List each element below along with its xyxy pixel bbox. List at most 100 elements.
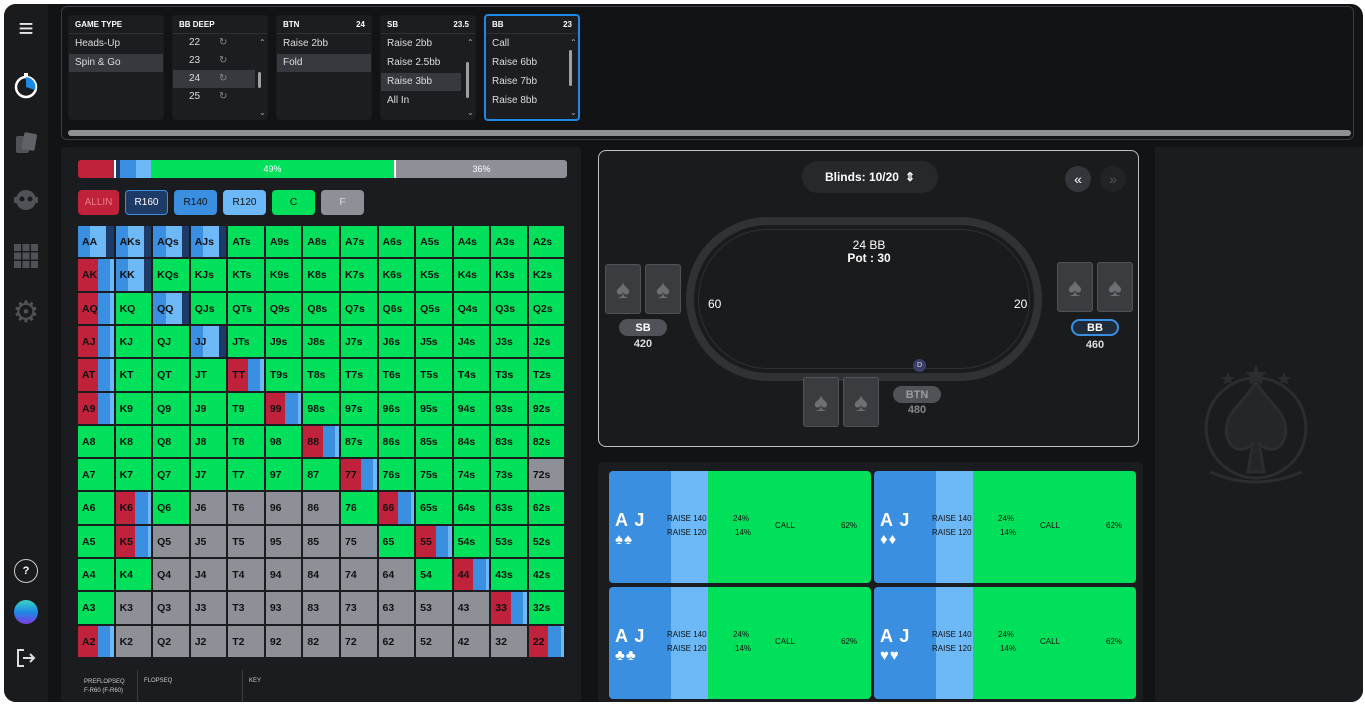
- hand-cell[interactable]: K7: [115, 459, 152, 491]
- hand-cell[interactable]: T2: [228, 625, 264, 657]
- hand-cell[interactable]: T4s: [453, 359, 490, 391]
- hand-cell[interactable]: 72s: [528, 459, 565, 491]
- hand-cell[interactable]: 33: [491, 592, 527, 624]
- option-raise-6bb[interactable]: Raise 6bb: [486, 54, 578, 72]
- hand-cell[interactable]: T3s: [491, 359, 527, 391]
- hand-cell[interactable]: 86: [303, 492, 339, 524]
- hand-cell[interactable]: 86s: [378, 425, 415, 458]
- grid-icon[interactable]: [12, 242, 40, 270]
- hand-cell[interactable]: AQs: [153, 226, 189, 258]
- previous-button[interactable]: «: [1065, 166, 1091, 192]
- hand-cell[interactable]: KK: [115, 259, 152, 291]
- hand-cell[interactable]: 74: [340, 559, 377, 591]
- hand-cell[interactable]: 66: [378, 492, 415, 524]
- hand-cell[interactable]: 42: [453, 625, 490, 657]
- hand-cell[interactable]: QT: [153, 359, 189, 391]
- hand-cell[interactable]: J3: [190, 592, 227, 624]
- avatar[interactable]: [12, 598, 40, 626]
- hand-cell[interactable]: 64: [378, 559, 415, 591]
- hand-cell[interactable]: 75: [340, 525, 377, 558]
- hand-cell[interactable]: Q9s: [265, 292, 302, 324]
- hand-cell[interactable]: J7s: [340, 325, 377, 358]
- legend-r140[interactable]: R140: [174, 190, 217, 215]
- hand-cell[interactable]: T7s: [340, 359, 377, 391]
- scrollbar[interactable]: [569, 50, 572, 86]
- hand-cell[interactable]: K8: [115, 425, 152, 458]
- hand-cell[interactable]: Q4: [153, 559, 189, 591]
- hand-cell[interactable]: K2: [115, 625, 152, 657]
- player-bb[interactable]: BB: [1071, 319, 1119, 336]
- hand-cell[interactable]: K5: [115, 525, 152, 558]
- hand-cell[interactable]: 32s: [528, 592, 565, 624]
- hand-cell[interactable]: K4: [115, 559, 152, 591]
- scroll-up-icon[interactable]: ⌃: [259, 38, 266, 47]
- hand-cell[interactable]: A6: [78, 492, 114, 524]
- hand-cell[interactable]: QJ: [153, 325, 189, 358]
- hand-cell[interactable]: JT: [190, 359, 227, 391]
- hand-cell[interactable]: 94: [265, 559, 302, 591]
- hand-cell[interactable]: J3s: [491, 325, 527, 358]
- hand-cell[interactable]: AKs: [115, 226, 152, 258]
- hand-cell[interactable]: Q9: [153, 392, 189, 424]
- hand-cell[interactable]: J8: [190, 425, 227, 458]
- logout-icon[interactable]: [12, 644, 40, 672]
- hand-cell[interactable]: 53s: [491, 525, 527, 558]
- hand-cell[interactable]: 93s: [491, 392, 527, 424]
- hand-cell[interactable]: J2s: [528, 325, 565, 358]
- option-raise-8bb[interactable]: Raise 8bb: [486, 92, 578, 110]
- hand-cell[interactable]: 77: [340, 459, 377, 491]
- hand-cell[interactable]: A4s: [453, 226, 490, 258]
- hand-cell[interactable]: 83: [303, 592, 339, 624]
- hand-cell[interactable]: 62: [378, 625, 415, 657]
- hand-cell[interactable]: 65: [378, 525, 415, 558]
- hand-cell[interactable]: T7: [228, 459, 264, 491]
- hand-cell[interactable]: K9s: [265, 259, 302, 291]
- hand-cell[interactable]: T5s: [416, 359, 452, 391]
- hand-cell[interactable]: 63: [378, 592, 415, 624]
- next-button[interactable]: »: [1100, 166, 1126, 192]
- hand-cell[interactable]: ATs: [228, 226, 264, 258]
- option-raise-2bb[interactable]: Raise 2bb: [381, 35, 475, 53]
- hand-cell[interactable]: 73: [340, 592, 377, 624]
- gear-icon[interactable]: ⚙: [12, 298, 40, 328]
- hand-cell[interactable]: 65s: [416, 492, 452, 524]
- hand-cell[interactable]: 85: [303, 525, 339, 558]
- hand-cell[interactable]: JJ: [190, 325, 227, 358]
- hand-cell[interactable]: KT: [115, 359, 152, 391]
- combo-card[interactable]: A J ♥♥ RAISE 140 RAISE 120 24% 14% CALL 62%: [874, 587, 1136, 699]
- legend-allin[interactable]: ALLIN: [78, 190, 119, 215]
- hand-cell[interactable]: 85s: [416, 425, 452, 458]
- hand-cell[interactable]: 98s: [303, 392, 339, 424]
- hand-cell[interactable]: T9s: [265, 359, 302, 391]
- hand-cell[interactable]: 95: [265, 525, 302, 558]
- hand-cell[interactable]: JTs: [228, 325, 264, 358]
- hand-cell[interactable]: TT: [228, 359, 264, 391]
- hand-cell[interactable]: 96: [265, 492, 302, 524]
- hand-cell[interactable]: Q6s: [378, 292, 415, 324]
- timer-icon[interactable]: [12, 72, 40, 100]
- hand-cell[interactable]: 84: [303, 559, 339, 591]
- hand-cell[interactable]: J4s: [453, 325, 490, 358]
- hand-cell[interactable]: 87: [303, 459, 339, 491]
- hand-cell[interactable]: 94s: [453, 392, 490, 424]
- hand-cell[interactable]: Q3: [153, 592, 189, 624]
- hand-cell[interactable]: 73s: [491, 459, 527, 491]
- hand-cell[interactable]: KJs: [190, 259, 227, 291]
- hand-cell[interactable]: A9s: [265, 226, 302, 258]
- hand-cell[interactable]: 83s: [491, 425, 527, 458]
- hand-cell[interactable]: 55: [416, 525, 452, 558]
- hand-cell[interactable]: 82s: [528, 425, 565, 458]
- hand-cell[interactable]: 43: [453, 592, 490, 624]
- combo-card[interactable]: A J ♦♦ RAISE 140 RAISE 120 24% 14% CALL 62%: [874, 471, 1136, 583]
- horizontal-scrollbar[interactable]: [68, 130, 1351, 136]
- hand-cell[interactable]: A8: [78, 425, 114, 458]
- scroll-up-icon[interactable]: ⌃: [570, 38, 577, 47]
- legend-fold[interactable]: F: [321, 190, 364, 215]
- hand-cell[interactable]: Q6: [153, 492, 189, 524]
- hand-cell[interactable]: 88: [303, 425, 339, 458]
- option-depth[interactable]: 22 ↻: [173, 34, 267, 52]
- hand-cell[interactable]: Q5s: [416, 292, 452, 324]
- hand-cell[interactable]: 44: [453, 559, 490, 591]
- cards-icon[interactable]: [12, 129, 40, 157]
- hand-cell[interactable]: K3s: [491, 259, 527, 291]
